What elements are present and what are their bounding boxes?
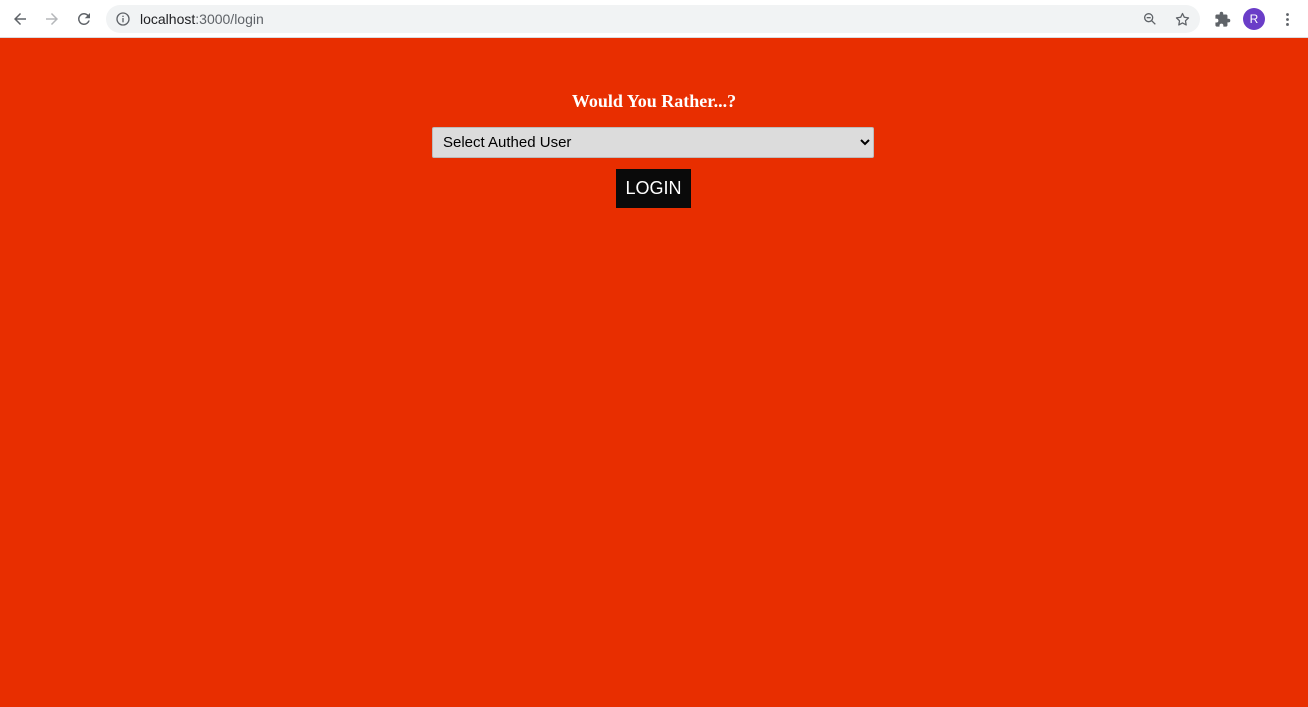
back-button[interactable] [6, 5, 34, 33]
arrow-left-icon [14, 13, 26, 25]
url-text: localhost:3000/login [140, 10, 264, 28]
bookmark-star-icon[interactable] [1173, 10, 1191, 28]
zoom-icon[interactable] [1141, 10, 1159, 28]
forward-button[interactable] [38, 5, 66, 33]
arrow-right-icon [46, 13, 58, 25]
page-title: Would You Rather...? [571, 91, 737, 111]
reload-button[interactable] [70, 5, 98, 33]
url-host: localhost [140, 11, 196, 27]
login-button[interactable]: LOGIN [616, 169, 691, 208]
profile-avatar[interactable]: R [1243, 8, 1265, 30]
site-info-icon[interactable] [114, 10, 132, 28]
authed-user-select[interactable]: Select Authed User [432, 127, 874, 158]
extensions-icon[interactable] [1213, 10, 1231, 28]
reload-icon [77, 12, 90, 25]
browser-toolbar: localhost:3000/login R [0, 0, 1308, 38]
address-bar[interactable]: localhost:3000/login [106, 5, 1200, 33]
login-page: Would You Rather...? Select Authed User … [0, 39, 1308, 707]
url-path: :3000/login [195, 11, 264, 27]
kebab-menu-icon[interactable] [1278, 10, 1296, 28]
